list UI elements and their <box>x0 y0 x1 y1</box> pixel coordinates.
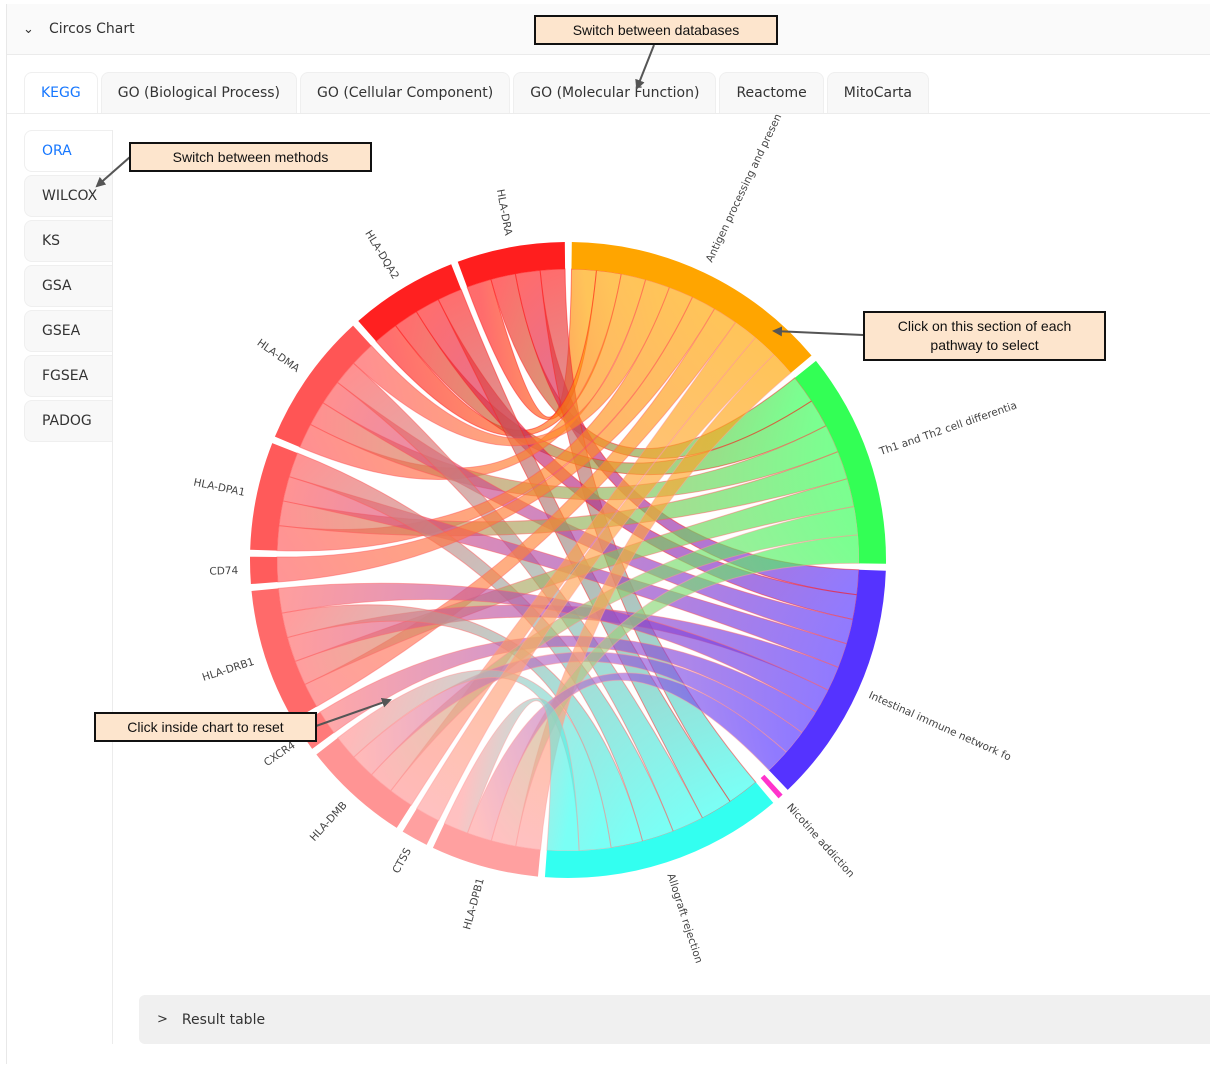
chord-label: Intestinal immune network fo <box>867 689 1013 763</box>
chord-label: Nicotine addiction <box>784 801 856 880</box>
chord-label: HLA-DQA2 <box>362 228 401 281</box>
arc-cd74[interactable] <box>249 556 278 585</box>
callout-select: Click on this section of each pathway to… <box>863 311 1106 361</box>
chord-label: Allograft rejection <box>664 872 704 965</box>
chord-label: CXCR4 <box>262 739 298 769</box>
result-table-panel[interactable]: > Result table <box>139 995 1210 1044</box>
chord-label: HLA-DRA <box>494 188 514 237</box>
chord-ribbons[interactable] <box>276 268 860 852</box>
chord-label: HLA-DPA1 <box>192 477 246 499</box>
chord-label: Th1 and Th2 cell differentia <box>877 399 1019 458</box>
chord-label: HLA-DRB1 <box>201 656 256 684</box>
chord-label: Antigen processing and presen <box>704 112 785 264</box>
callout-databases: Switch between databases <box>534 15 778 45</box>
chord-label: CTSS <box>390 846 414 876</box>
chord-label: HLA-DMA <box>255 337 303 376</box>
chord-label: CD74 <box>209 565 238 578</box>
callout-reset: Click inside chart to reset <box>94 712 317 742</box>
chord-label: HLA-DMB <box>308 799 350 843</box>
chord-label: HLA-DPB1 <box>461 877 487 931</box>
chevron-right-icon: > <box>157 1012 168 1027</box>
result-table-title: Result table <box>181 1011 266 1028</box>
callout-methods: Switch between methods <box>129 142 372 172</box>
